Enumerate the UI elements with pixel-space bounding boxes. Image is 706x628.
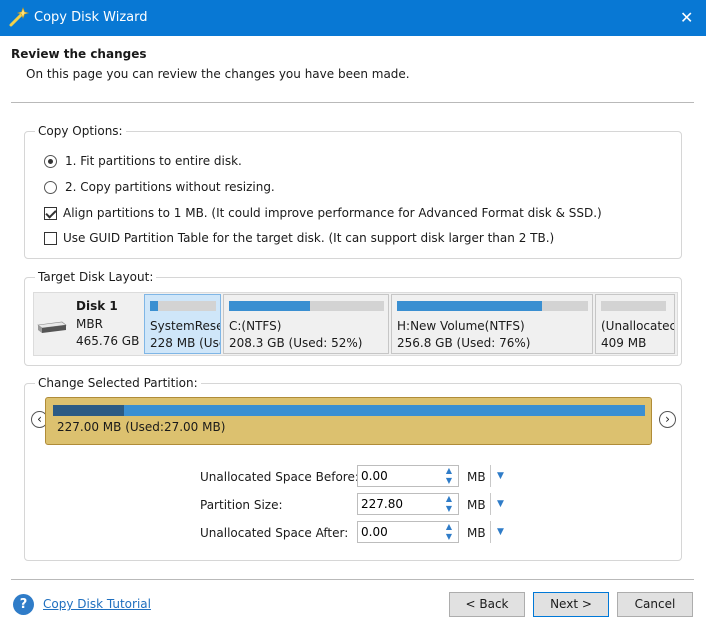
disk-type: MBR [76,317,103,331]
spin-down-icon[interactable]: ▼ [442,476,456,486]
next-button[interactable]: Next > [533,592,609,617]
next-partition-button[interactable]: › [659,411,676,428]
partition-used-fill [53,405,125,416]
partition-unallocated[interactable]: (Unallocatec 409 MB [595,294,675,354]
option-label: Use GUID Partition Table for the target … [63,231,555,245]
option-copy-without-resizing[interactable]: 2. Copy partitions without resizing. [44,179,275,195]
header-divider [11,102,694,103]
partition-usage-bar [601,301,666,311]
partition-usage-fill [397,301,543,311]
close-icon[interactable]: ✕ [680,8,696,27]
change-partition-legend: Change Selected Partition: [35,376,201,390]
align-1mb-checkbox[interactable] [44,206,57,220]
copy-options-legend: Copy Options: [35,124,126,138]
partition-resize-bar[interactable]: 227.00 MB (Used:27.00 MB) [45,397,652,445]
option-label: 2. Copy partitions without resizing. [65,180,275,194]
partition-usage-bar [397,301,588,311]
partition-h-drive[interactable]: H:New Volume(NTFS) 256.8 GB (Used: 76%) [391,294,593,354]
partition-size: 409 MB [601,336,647,350]
option-use-gpt[interactable]: Use GUID Partition Table for the target … [44,230,554,246]
partition-system-reserved[interactable]: SystemRese 228 MB (Use [144,294,221,354]
target-disk-legend: Target Disk Layout: [35,270,157,284]
option-align-1mb[interactable]: Align partitions to 1 MB. (It could impr… [44,205,602,221]
partition-size-input[interactable] [358,494,440,514]
disk-info[interactable]: Disk 1 MBR 465.76 GB [34,293,142,355]
back-button[interactable]: < Back [449,592,525,617]
disk-name: Disk 1 [76,299,118,313]
partition-usage-bar [150,301,216,311]
partition-size: 228 MB (Use [150,336,221,350]
partition-c-drive[interactable]: C:(NTFS) 208.3 GB (Used: 52%) [223,294,389,354]
spin-up-icon[interactable]: ▲ [442,494,456,504]
unit-dropdown-icon[interactable]: ▼ [497,471,504,481]
help-icon[interactable]: ? [13,594,34,615]
unallocated-after-label: Unallocated Space After: [200,526,349,540]
cancel-button[interactable]: Cancel [617,592,693,617]
unit-separator [490,521,491,543]
disk-size: 465.76 GB [76,334,140,348]
partition-size-label: 227.00 MB (Used:27.00 MB) [57,420,226,434]
change-partition-group: Change Selected Partition: ‹ 227.00 MB (… [24,376,682,561]
spin-up-icon[interactable]: ▲ [442,466,456,476]
partition-usage-bar [229,301,384,311]
hard-disk-icon [37,321,67,333]
unit-label: MB [467,470,486,484]
title-bar: Copy Disk Wizard ✕ [0,0,706,36]
partition-resize-track[interactable] [53,405,645,416]
unallocated-after-spinbox[interactable]: ▲ ▼ [357,521,459,543]
unit-separator [490,465,491,487]
partition-size: 208.3 GB (Used: 52%) [229,336,363,350]
spin-down-icon[interactable]: ▼ [442,532,456,542]
unit-label: MB [467,498,486,512]
unallocated-before-input[interactable] [358,466,440,486]
page-title: Review the changes [11,47,147,61]
partition-name: C:(NTFS) [229,319,282,333]
copy-disk-tutorial-link[interactable]: Copy Disk Tutorial [43,597,151,611]
option-fit-partitions[interactable]: 1. Fit partitions to entire disk. [44,153,242,169]
partition-usage-fill [229,301,310,311]
partition-name: SystemRese [150,319,221,333]
unit-label: MB [467,526,486,540]
footer-divider [11,579,694,580]
partition-name: H:New Volume(NTFS) [397,319,525,333]
option-label: Align partitions to 1 MB. (It could impr… [63,206,602,220]
window-title: Copy Disk Wizard [34,10,148,25]
unallocated-before-spinbox[interactable]: ▲ ▼ [357,465,459,487]
partition-name: (Unallocatec [601,319,675,333]
unit-dropdown-icon[interactable]: ▼ [497,527,504,537]
copy-without-resizing-radio[interactable] [44,180,57,194]
unit-separator [490,493,491,515]
page-subtitle: On this page you can review the changes … [26,67,410,81]
partition-size: 256.8 GB (Used: 76%) [397,336,531,350]
partition-size-spinbox[interactable]: ▲ ▼ [357,493,459,515]
unallocated-before-label: Unallocated Space Before: [200,470,359,484]
unit-dropdown-icon[interactable]: ▼ [497,499,504,509]
wizard-wand-icon [9,7,29,27]
target-disk-layout-group: Target Disk Layout: Disk 1 MBR 465.76 GB… [24,270,682,366]
use-gpt-checkbox[interactable] [44,231,57,245]
disk-map: Disk 1 MBR 465.76 GB SystemRese 228 MB (… [33,292,678,356]
spin-down-icon[interactable]: ▼ [442,504,456,514]
option-label: 1. Fit partitions to entire disk. [65,154,242,168]
spin-up-icon[interactable]: ▲ [442,522,456,532]
partition-usage-fill [150,301,158,311]
unallocated-after-input[interactable] [358,522,440,542]
partition-size-field-label: Partition Size: [200,498,283,512]
copy-options-group: Copy Options: 1. Fit partitions to entir… [24,124,682,259]
fit-partitions-radio[interactable] [44,154,57,168]
